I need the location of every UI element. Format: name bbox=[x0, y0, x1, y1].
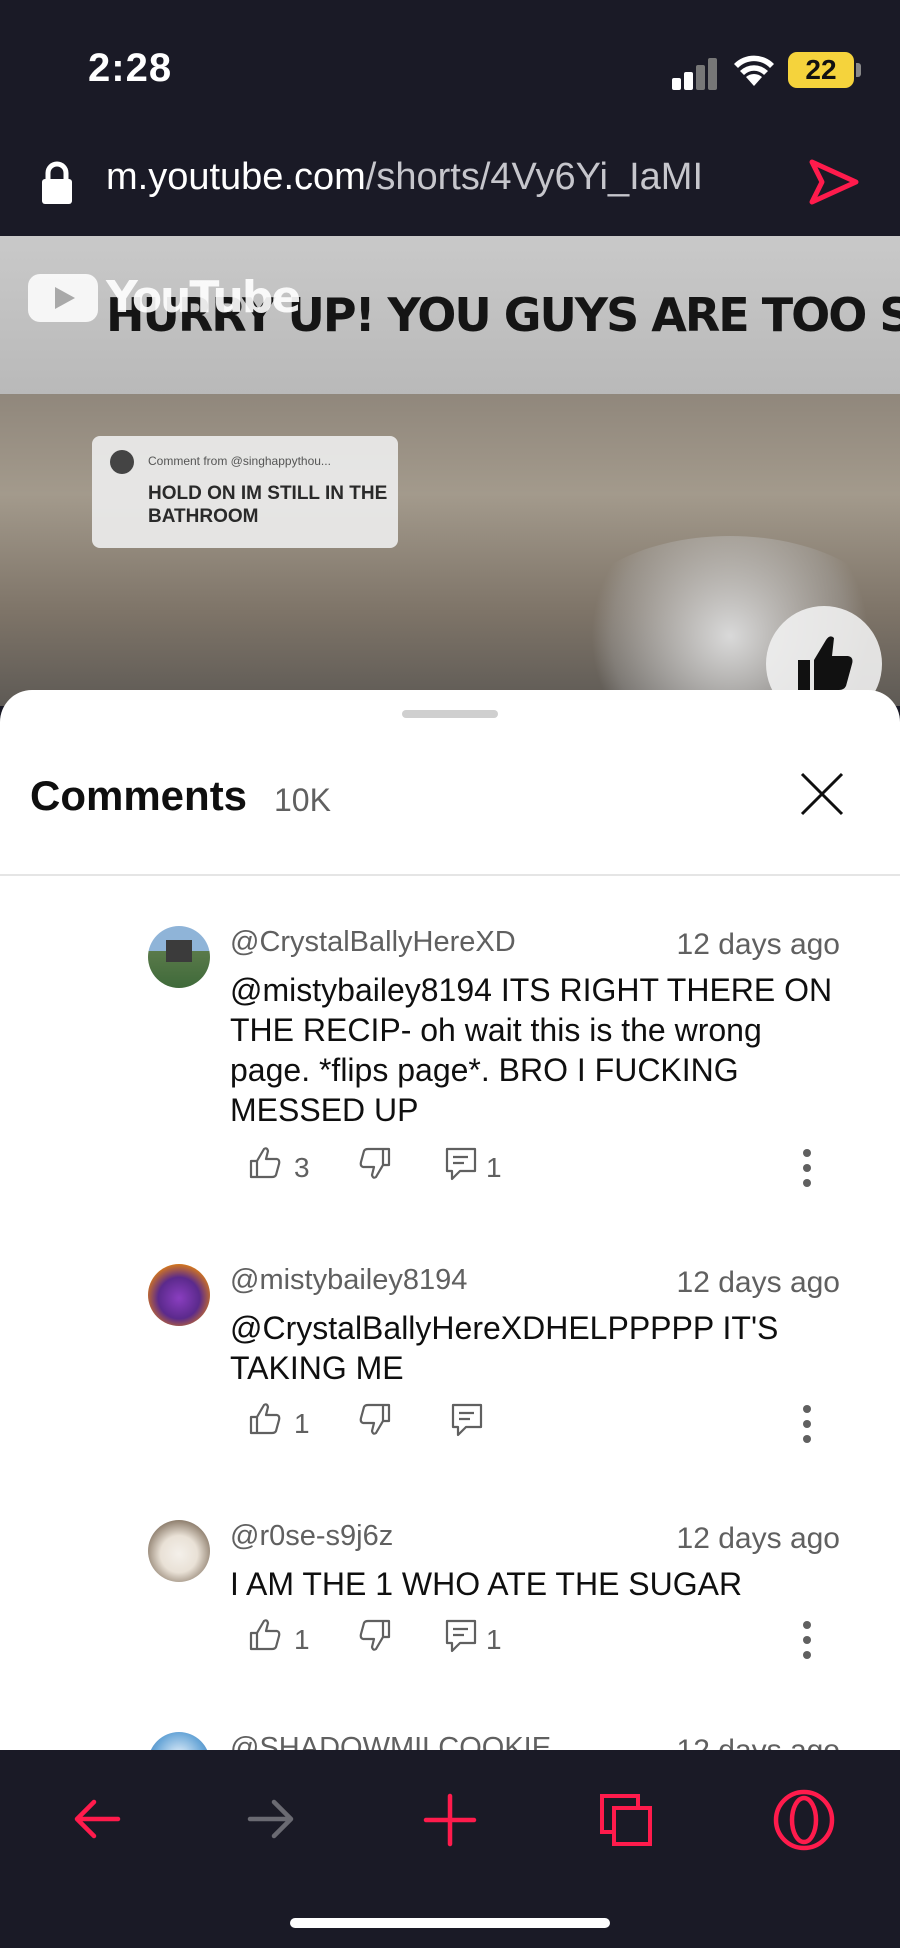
wifi-icon bbox=[734, 55, 774, 86]
comment-item: @mistybailey8194 12 days ago @CrystalBal… bbox=[0, 1258, 900, 1508]
thumbs-down-icon[interactable] bbox=[358, 1618, 392, 1652]
more-vert-icon[interactable] bbox=[802, 1148, 812, 1188]
youtube-watermark: YouTube bbox=[28, 272, 301, 323]
comment-actions: 1 1 bbox=[230, 1618, 850, 1668]
reply-icon[interactable] bbox=[450, 1402, 484, 1438]
more-vert-icon[interactable] bbox=[802, 1620, 812, 1660]
more-vert-icon[interactable] bbox=[802, 1404, 812, 1444]
comment-item: @SHADOWMILCOOKIE 12 days ago bbox=[0, 1726, 900, 1750]
like-count: 3 bbox=[294, 1152, 310, 1183]
youtube-wordmark: YouTube bbox=[106, 272, 301, 323]
like-count: 1 bbox=[294, 1408, 310, 1439]
comment-time: 12 days ago bbox=[676, 1522, 840, 1555]
comment-time: 12 days ago bbox=[676, 1266, 840, 1299]
thumbs-down-icon[interactable] bbox=[358, 1402, 392, 1436]
back-arrow-icon[interactable] bbox=[70, 1792, 124, 1846]
comment-author[interactable]: @r0se-s9j6z bbox=[230, 1520, 393, 1553]
like-count: 1 bbox=[294, 1624, 310, 1655]
comment-author[interactable]: @CrystalBallyHereXD bbox=[230, 926, 516, 959]
opera-menu-icon[interactable] bbox=[772, 1788, 836, 1852]
overlay-comment-avatar bbox=[110, 450, 134, 474]
battery-cap bbox=[856, 63, 861, 77]
reply-count: 1 bbox=[486, 1152, 502, 1183]
comment-author[interactable]: @SHADOWMILCOOKIE bbox=[230, 1732, 551, 1750]
thumbs-up-icon[interactable] bbox=[248, 1146, 282, 1180]
header-divider bbox=[0, 874, 900, 876]
url-host: m.youtube.com bbox=[106, 156, 366, 198]
send-icon[interactable] bbox=[808, 158, 860, 206]
comments-title: Comments bbox=[30, 772, 248, 819]
url-path: /shorts/4Vy6Yi_IaMI bbox=[365, 156, 704, 198]
comment-item: @r0se-s9j6z 12 days ago I AM THE 1 WHO A… bbox=[0, 1514, 900, 1704]
url-text[interactable]: m.youtube.com/shorts/4Vy6Yi_IaMI bbox=[106, 156, 703, 199]
cellular-signal-icon bbox=[672, 56, 718, 90]
comment-item: @CrystalBallyHereXD 12 days ago @mistyba… bbox=[0, 920, 900, 1250]
lock-icon bbox=[42, 161, 72, 204]
comment-actions: 1 bbox=[230, 1402, 850, 1452]
reply-icon[interactable] bbox=[444, 1618, 478, 1654]
new-tab-icon[interactable] bbox=[422, 1792, 478, 1848]
comment-time: 12 days ago bbox=[677, 1734, 840, 1750]
comments-panel: Comments 10K @CrystalBallyHereXD 12 days… bbox=[0, 690, 900, 1750]
shorts-video-player[interactable]: HURRY UP! YOU GUYS ARE TOO SLOW YouTube … bbox=[0, 236, 900, 706]
comment-text: @mistybailey8194 ITS RIGHT THERE ON THE … bbox=[230, 972, 833, 1128]
video-overlay-comment: Comment from @singhappythou... HOLD ON I… bbox=[92, 436, 398, 548]
drag-handle[interactable] bbox=[402, 710, 498, 718]
avatar[interactable] bbox=[148, 926, 210, 988]
thumbs-up-icon[interactable] bbox=[248, 1618, 282, 1652]
avatar[interactable] bbox=[148, 1520, 210, 1582]
thumbs-up-icon[interactable] bbox=[248, 1402, 282, 1436]
status-bar: 2:28 22 bbox=[0, 0, 900, 140]
comment-text: I AM THE 1 WHO ATE THE SUGAR bbox=[230, 1566, 743, 1602]
browser-address-bar[interactable]: m.youtube.com/shorts/4Vy6Yi_IaMI bbox=[0, 140, 900, 236]
comment-text: @CrystalBallyHereXDHELPPPPP IT'S TAKING … bbox=[230, 1310, 779, 1386]
browser-bottom-nav bbox=[0, 1750, 900, 1948]
overlay-comment-text: HOLD ON IM STILL IN THE BATHROOM bbox=[148, 483, 388, 527]
battery-indicator: 22 bbox=[788, 52, 854, 88]
youtube-play-icon bbox=[28, 273, 98, 322]
overlay-comment-from: Comment from @singhappythou... bbox=[148, 454, 331, 468]
comments-count: 10K bbox=[274, 782, 331, 818]
comment-author[interactable]: @mistybailey8194 bbox=[230, 1264, 467, 1297]
forward-arrow-icon[interactable] bbox=[244, 1792, 298, 1846]
home-indicator[interactable] bbox=[290, 1918, 610, 1928]
comment-actions: 3 1 bbox=[230, 1146, 850, 1196]
avatar[interactable] bbox=[148, 1732, 210, 1750]
tabs-icon[interactable] bbox=[598, 1792, 656, 1850]
avatar[interactable] bbox=[148, 1264, 210, 1326]
thumbs-down-icon[interactable] bbox=[358, 1146, 392, 1180]
reply-icon[interactable] bbox=[444, 1146, 478, 1182]
close-icon[interactable] bbox=[796, 768, 848, 820]
status-time: 2:28 bbox=[88, 46, 173, 90]
comment-time: 12 days ago bbox=[676, 928, 840, 961]
reply-count: 1 bbox=[486, 1624, 502, 1655]
